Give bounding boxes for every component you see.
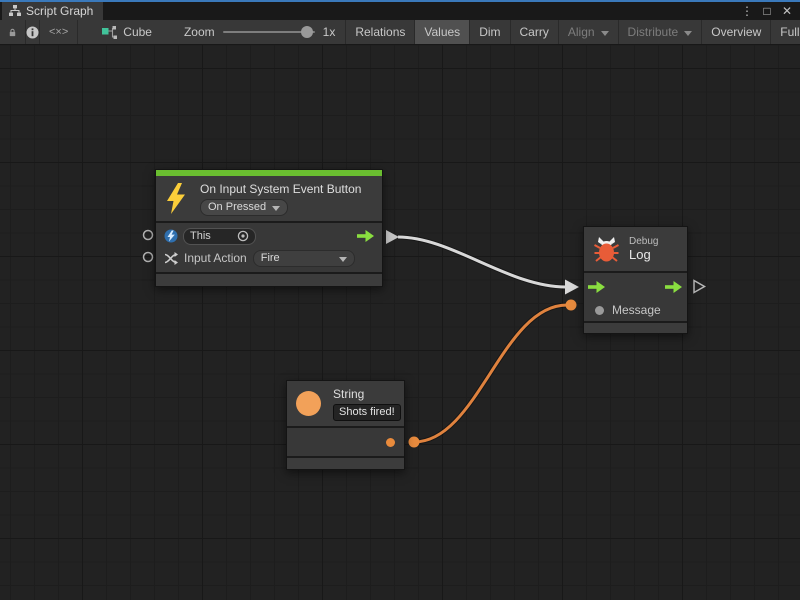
tab-bar: Script Graph ⋮ □ ✕ [0,2,800,20]
event-node-title: On Input System Event Button [200,182,361,196]
chevron-down-icon [684,31,692,36]
code-toggle-icon: <×> [49,26,68,38]
debug-control-output-port[interactable] [694,281,705,293]
debug-control-row [584,275,687,299]
input-action-label: Input Action [184,251,247,265]
event-node-header: On Input System Event Button On Pressed [156,176,382,221]
debug-message-row: Message [584,299,687,321]
code-preview-toggle[interactable]: <×> [40,20,78,44]
overview-button[interactable]: Overview [701,20,770,44]
debug-node-body: Message [584,273,687,321]
script-graph-asset-icon [102,26,117,39]
value-wire-end-dot[interactable] [566,300,577,311]
values-button[interactable]: Values [414,20,469,44]
zoom-control: Zoom 1x [174,20,345,44]
distribute-dropdown-button[interactable]: Distribute [618,20,702,44]
chevron-down-icon [339,257,347,262]
zoom-slider-handle[interactable] [301,26,313,38]
gameobject-self-icon [164,229,178,243]
event-mode-dropdown[interactable]: On Pressed [200,199,288,216]
input-action-icon [164,252,178,265]
carry-button[interactable]: Carry [510,20,558,44]
zoom-value: 1x [323,25,336,39]
node-debug-log[interactable]: Debug Log [583,226,688,334]
window-controls: ⋮ □ ✕ [740,2,800,20]
event-node-body: This [156,223,382,272]
info-icon [26,26,39,39]
value-wire[interactable] [414,305,567,442]
message-input-port[interactable] [595,306,604,315]
lightning-bolt-icon [167,183,185,214]
input-action-dropdown[interactable]: Fire [253,250,355,267]
lock-button[interactable] [0,20,26,44]
graph-hierarchy-icon [9,5,21,17]
debug-node-title: Log [629,247,658,262]
debug-node-footer [584,323,687,333]
graph-breadcrumb[interactable]: Cube [92,20,162,44]
tab-script-graph[interactable]: Script Graph [2,2,103,20]
control-output-arrow-icon[interactable] [357,230,374,242]
string-node-body [287,428,404,456]
chevron-down-icon [601,31,609,36]
unity-script-graph-window: Script Graph ⋮ □ ✕ <×> [0,0,800,600]
value-wire-source-dot[interactable] [409,437,420,448]
debug-node-header: Debug Log [584,227,687,271]
event-target-field[interactable]: This [183,228,256,245]
window-menu-button[interactable]: ⋮ [740,4,754,18]
message-label: Message [612,303,661,317]
string-node-footer [287,458,404,469]
event-value-input-port[interactable] [144,253,153,262]
info-button[interactable] [26,20,40,44]
node-on-input-system-event-button[interactable]: On Input System Event Button On Pressed … [155,169,383,287]
graph-canvas[interactable]: On Input System Event Button On Pressed … [0,45,800,600]
graph-toolbar: <×> Cube Zoom 1x Relations Values Dim [0,20,800,45]
event-input-action-row: Input Action Fire [156,247,382,269]
event-this-row: This [156,225,382,247]
string-node-title: String [333,387,401,401]
event-node-footer [156,274,382,286]
tab-title: Script Graph [26,4,93,18]
lock-icon [9,26,16,39]
window-close-button[interactable]: ✕ [780,4,794,18]
control-input-arrow-icon[interactable] [588,281,605,293]
event-control-input-port[interactable] [144,231,153,240]
relations-button[interactable]: Relations [345,20,414,44]
window-maximize-button[interactable]: □ [760,4,774,18]
control-wire-end-arrow[interactable] [565,280,579,295]
debug-node-category: Debug [629,236,658,247]
graph-name: Cube [123,25,152,39]
object-picker-icon[interactable] [237,230,249,242]
dim-button[interactable]: Dim [469,20,509,44]
control-output-arrow-icon[interactable] [665,281,682,293]
control-wire-source-arrow[interactable] [386,230,399,244]
align-dropdown-button[interactable]: Align [558,20,618,44]
string-type-icon [296,391,321,416]
bug-icon [593,236,620,263]
node-string-literal[interactable]: String Shots fired! [286,380,405,470]
string-value-field[interactable]: Shots fired! [333,404,401,421]
zoom-label: Zoom [184,25,215,39]
chevron-down-icon [272,206,280,211]
zoom-slider[interactable] [223,31,315,33]
string-output-port[interactable] [386,438,395,447]
control-wire[interactable] [398,237,566,287]
fullscreen-button[interactable]: Full Screen [770,20,800,44]
string-node-header: String Shots fired! [287,381,404,426]
